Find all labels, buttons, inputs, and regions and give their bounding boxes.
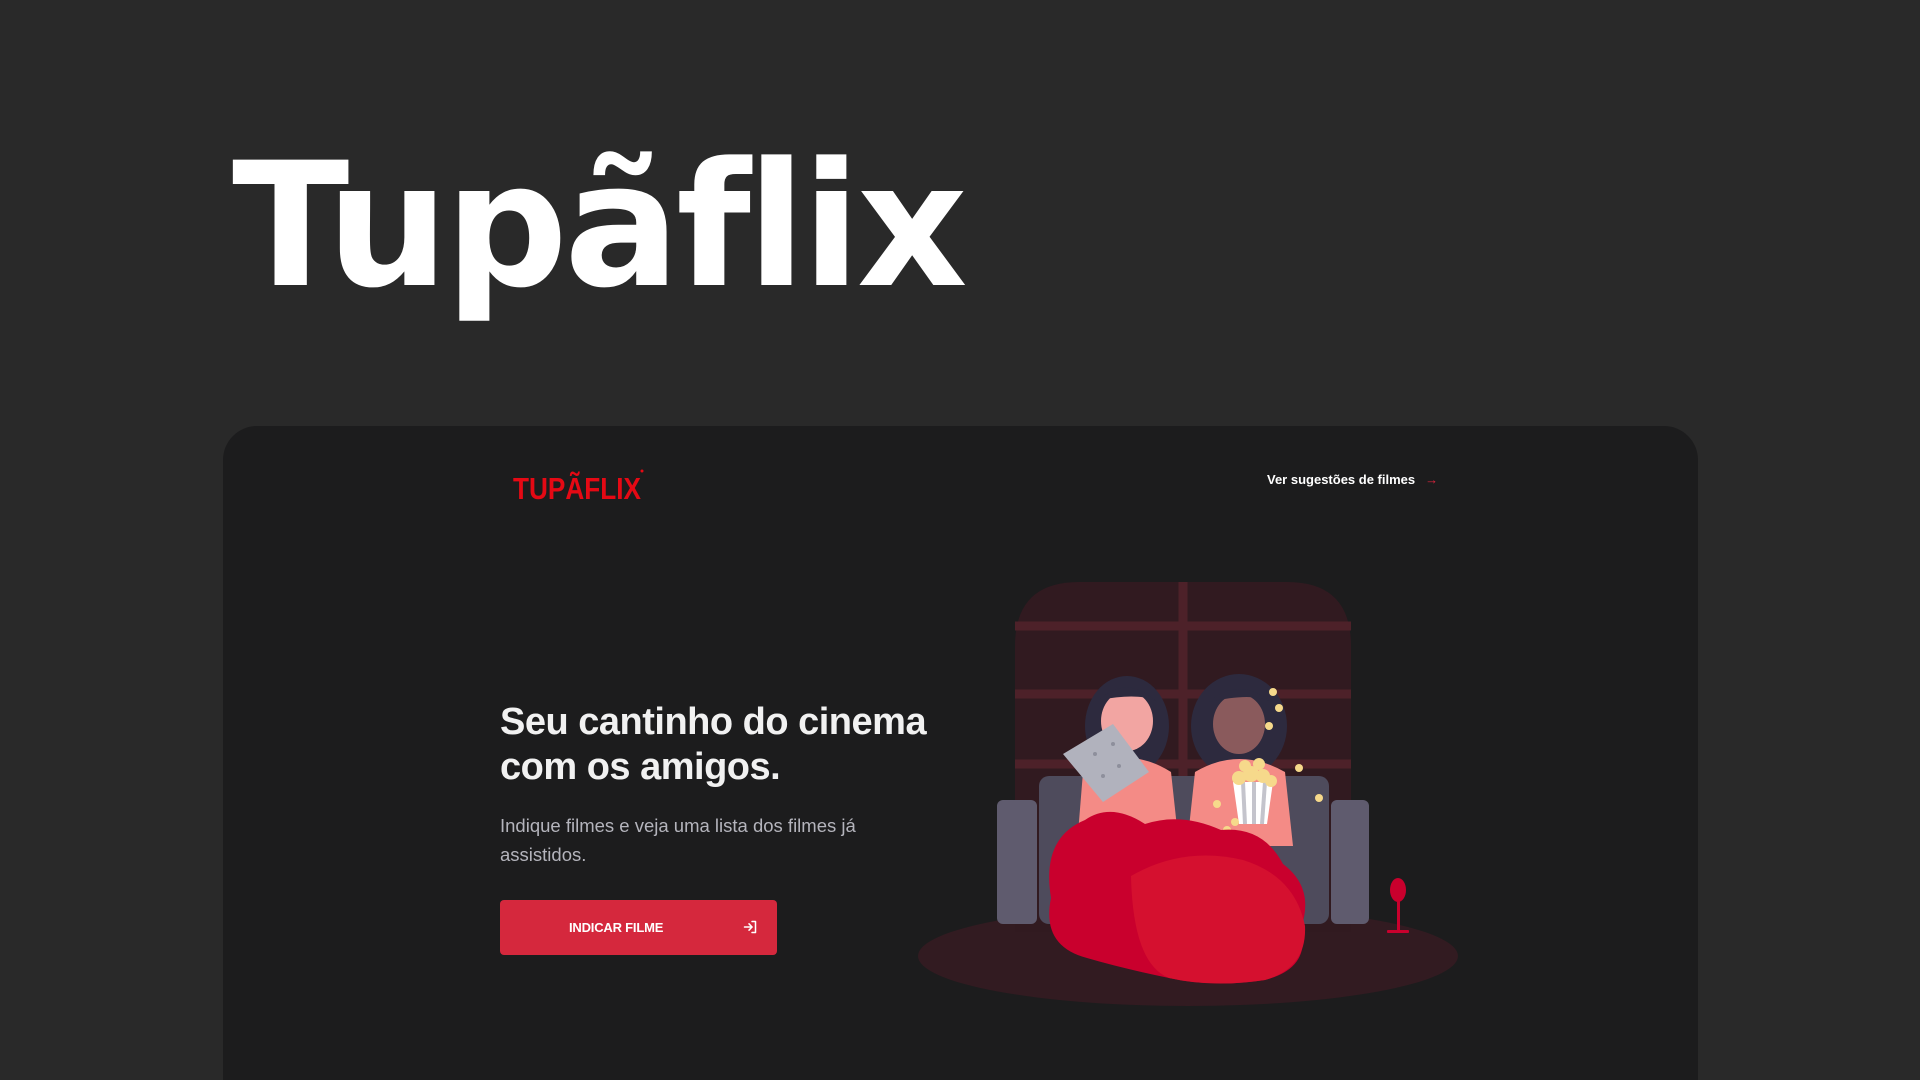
recommend-movie-button[interactable]: INDICAR FILME: [500, 900, 777, 955]
view-suggestions-link[interactable]: Ver sugestões de filmes →: [1267, 472, 1438, 487]
logo-wordmark: TUPÃFLIX: [513, 471, 641, 506]
recommend-movie-label: INDICAR FILME: [569, 920, 664, 935]
sign-in-icon: [743, 920, 757, 934]
hero-title: Tupãflix: [232, 125, 968, 326]
app-screen-mockup: TUPÃFLIX Ver sugestões de filmes → Seu c…: [223, 426, 1698, 1080]
page-headline: Seu cantinho do cinema com os amigos.: [500, 701, 927, 788]
view-suggestions-label: Ver sugestões de filmes: [1267, 472, 1416, 487]
tupaflix-logo[interactable]: TUPÃFLIX: [513, 466, 645, 506]
friends-watching-movie-illustration: [918, 582, 1458, 1006]
arrow-right-icon: →: [1425, 472, 1439, 487]
page-subtitle: Indique filmes e veja uma lista dos film…: [500, 815, 856, 865]
presentation-stage: Tupãflix TUPÃFLIX Ver sugestões de filme…: [0, 0, 1920, 1080]
